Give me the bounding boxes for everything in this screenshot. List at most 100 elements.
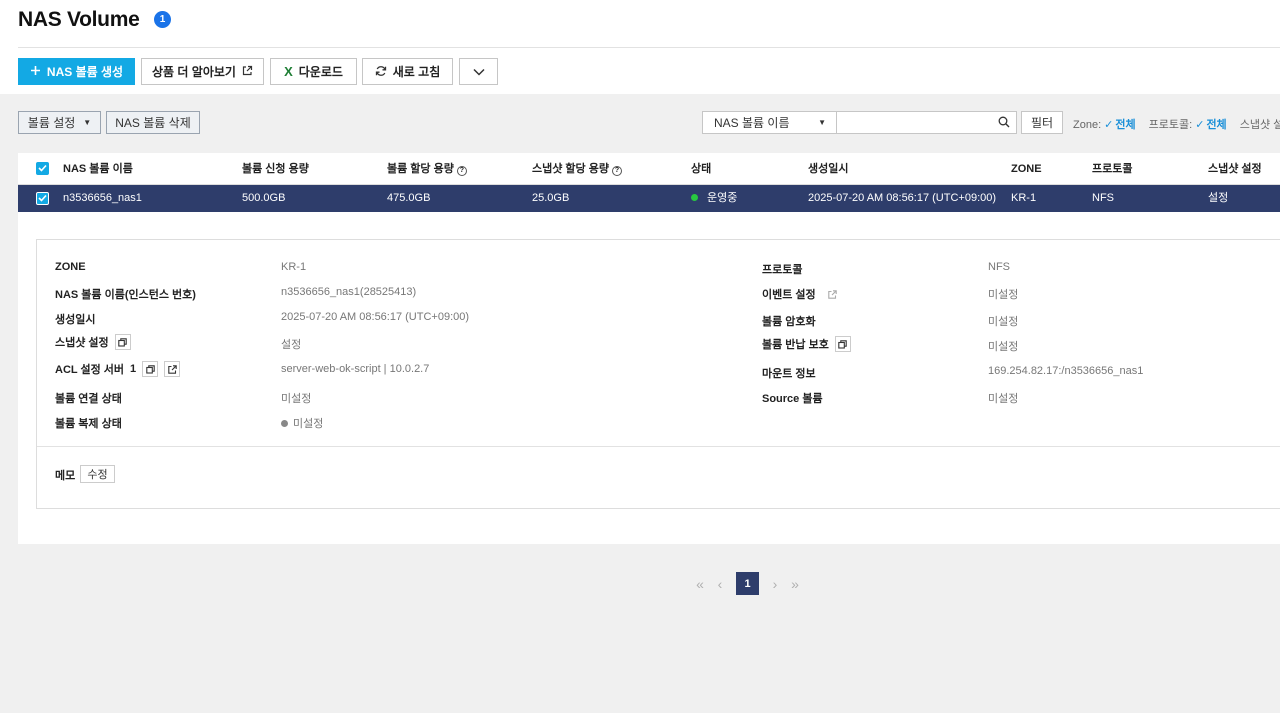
volume-settings-label: 볼륨 설정 — [27, 116, 76, 130]
refresh-icon — [375, 65, 387, 79]
next-page-icon[interactable]: › — [765, 572, 785, 595]
detail-label-protocol-text: 프로토콜 — [762, 264, 803, 276]
detail-label-snapshot-text: 스냅샷 설정 — [55, 337, 109, 349]
check-icon: ✓ — [1104, 119, 1114, 131]
delete-nas-volume-label: NAS 볼륨 삭제 — [115, 116, 191, 130]
learn-more-button[interactable]: 상품 더 알아보기 — [141, 58, 264, 85]
external-link-icon[interactable] — [164, 361, 181, 377]
search-field-selected: NAS 볼륨 이름 — [714, 116, 790, 130]
detail-value-volume-name: n3536656_nas1(28525413) — [281, 286, 417, 298]
title-divider — [18, 47, 1280, 48]
refresh-button[interactable]: 새로 고침 — [362, 58, 453, 85]
cell-snapshot-allocated: 25.0GB — [532, 192, 570, 204]
memo-edit-button[interactable]: 수정 — [80, 465, 115, 483]
detail-label-connection: 볼륨 연결 상태 — [55, 390, 122, 406]
active-filters: Zone: ✓ 전체 프로토콜: ✓ 전체 스냅샷 설 — [1073, 116, 1280, 132]
copy-icon[interactable] — [142, 361, 159, 377]
cell-status-label: 운영중 — [707, 192, 738, 204]
filter-protocol-value[interactable]: 전체 — [1206, 119, 1226, 131]
detail-label-return-protection: 볼륨 반납 보호 — [762, 336, 851, 352]
volume-settings-dropdown[interactable]: 볼륨 설정 ▼ — [18, 111, 101, 134]
page-number-current[interactable]: 1 — [736, 572, 759, 595]
column-header-zone[interactable]: ZONE — [1011, 153, 1042, 185]
select-all-checkbox[interactable] — [36, 162, 49, 175]
detail-label-mount: 마운트 정보 — [762, 365, 816, 381]
help-icon[interactable]: ? — [456, 166, 467, 176]
detail-label-created: 생성일시 — [55, 311, 95, 327]
column-header-status[interactable]: 상태 — [691, 153, 711, 185]
detail-label-created-text: 생성일시 — [55, 314, 96, 326]
volume-detail-panel: ZONE KR-1 NAS 볼륨 이름(인스턴스 번호) n3536656_na… — [36, 239, 1280, 509]
cell-created: 2025-07-20 AM 08:56:17 (UTC+09:00) — [808, 192, 997, 204]
cell-snapshot-setting: 설정 — [1208, 192, 1229, 204]
caret-down-icon: ▼ — [818, 118, 826, 127]
detail-value-zone: KR-1 — [281, 261, 307, 273]
detail-label-mount-text: 마운트 정보 — [762, 368, 816, 380]
learn-more-label: 상품 더 알아보기 — [152, 65, 236, 79]
filter-snapshot-key: 스냅샷 설 — [1239, 119, 1280, 131]
detail-label-source: Source 볼륨 — [762, 390, 823, 406]
detail-value-source: 미설정 — [988, 393, 1019, 405]
last-page-icon[interactable]: » — [785, 572, 805, 595]
volume-list-panel: NAS 볼륨 이름 볼륨 신청 용량 볼륨 할당 용량? 스냅샷 할당 용량? … — [18, 153, 1280, 544]
detail-value-created: 2025-07-20 AM 08:56:17 (UTC+09:00) — [281, 311, 470, 323]
filter-zone-value[interactable]: 전체 — [1115, 119, 1135, 131]
external-link-icon — [242, 65, 253, 78]
column-header-snapshot-allocated-label: 스냅샷 할당 용량 — [532, 163, 609, 175]
detail-value-mount: 169.254.82.17:/n3536656_nas1 — [988, 365, 1144, 377]
column-header-requested[interactable]: 볼륨 신청 용량 — [242, 153, 309, 185]
cell-allocated: 475.0GB — [387, 192, 431, 204]
detail-label-zone: ZONE — [55, 261, 86, 273]
column-header-protocol[interactable]: 프로토콜 — [1092, 153, 1132, 185]
copy-icon[interactable] — [834, 336, 851, 352]
detail-label-volume-name: NAS 볼륨 이름(인스턴스 번호) — [55, 286, 196, 302]
search-field-select[interactable]: NAS 볼륨 이름 ▼ — [702, 111, 837, 134]
pagination: « ‹ 1 › » — [690, 572, 805, 595]
column-header-allocated[interactable]: 볼륨 할당 용량? — [387, 153, 467, 185]
caret-down-icon: ▼ — [83, 118, 92, 127]
detail-value-return-protection: 미설정 — [988, 341, 1019, 353]
detail-label-encryption: 볼륨 암호화 — [762, 313, 816, 329]
detail-value-connection: 미설정 — [281, 393, 312, 405]
table-row[interactable]: n3536656_nas1 500.0GB 475.0GB 25.0GB 운영중… — [18, 185, 1280, 212]
refresh-label: 새로 고침 — [392, 65, 441, 79]
column-header-allocated-label: 볼륨 할당 용량 — [387, 163, 454, 175]
create-nas-volume-label: NAS 볼륨 생성 — [46, 65, 124, 79]
prev-page-icon[interactable]: ‹ — [710, 572, 730, 595]
search-input[interactable] — [837, 111, 1017, 134]
search-icon[interactable] — [998, 116, 1010, 128]
filter-zone-key: Zone: — [1073, 119, 1102, 131]
detail-label-event-text: 이벤트 설정 — [762, 289, 816, 301]
create-nas-volume-button[interactable]: NAS 볼륨 생성 — [18, 58, 135, 85]
status-dot-icon — [691, 194, 698, 201]
filter-button[interactable]: 필터 — [1021, 111, 1063, 134]
detail-value-event: 미설정 — [988, 289, 1019, 301]
cell-protocol: NFS — [1092, 192, 1114, 204]
column-header-created[interactable]: 생성일시 — [808, 153, 848, 185]
cell-status: 운영중 — [691, 185, 737, 212]
check-icon: ✓ — [1195, 119, 1205, 131]
cell-zone: KR-1 — [1011, 192, 1037, 204]
help-icon[interactable]: ? — [611, 166, 622, 176]
detail-divider — [37, 446, 1280, 447]
external-link-icon[interactable] — [827, 289, 837, 299]
detail-label-volume-name-text: NAS 볼륨 이름(인스턴스 번호) — [55, 289, 196, 301]
row-checkbox[interactable] — [36, 192, 49, 205]
detail-label-protocol: 프로토콜 — [762, 261, 802, 277]
detail-label-snapshot: 스냅샷 설정 — [55, 334, 131, 350]
column-header-snapshot-allocated[interactable]: 스냅샷 할당 용량? — [532, 153, 622, 185]
detail-label-zone-text: ZONE — [55, 261, 86, 273]
column-header-name[interactable]: NAS 볼륨 이름 — [63, 153, 133, 185]
copy-icon[interactable] — [114, 334, 131, 350]
cell-requested: 500.0GB — [242, 192, 286, 204]
detail-value-snapshot: 설정 — [281, 339, 302, 351]
filter-protocol-key: 프로토콜: — [1148, 119, 1193, 131]
detail-value-acl: server-web-ok-script | 10.0.2.7 — [281, 363, 430, 375]
more-actions-dropdown-button[interactable] — [459, 58, 498, 85]
download-button[interactable]: X 다운로드 — [270, 58, 357, 85]
detail-label-acl: ACL 설정 서버 1 — [55, 361, 181, 377]
column-header-snapshot-setting[interactable]: 스냅샷 설정 — [1208, 153, 1262, 185]
first-page-icon[interactable]: « — [690, 572, 710, 595]
excel-icon: X — [284, 64, 293, 79]
delete-nas-volume-button[interactable]: NAS 볼륨 삭제 — [106, 111, 200, 134]
